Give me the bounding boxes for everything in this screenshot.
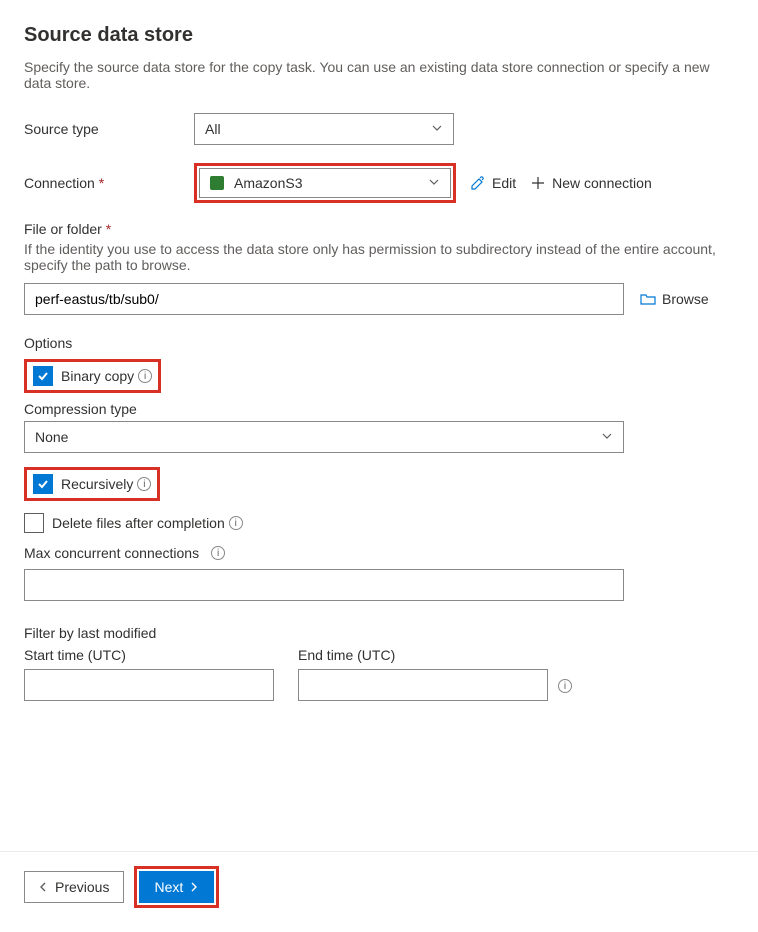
- next-button[interactable]: Next: [139, 871, 214, 903]
- highlight-next: Next: [134, 866, 219, 908]
- filter-title: Filter by last modified: [24, 625, 734, 641]
- chevron-down-icon: [431, 121, 443, 137]
- chevron-down-icon: [601, 429, 613, 445]
- file-folder-help: If the identity you use to access the da…: [24, 241, 734, 273]
- end-time-input[interactable]: [298, 669, 548, 701]
- footer-separator: [0, 851, 758, 852]
- browse-button[interactable]: Browse: [640, 291, 709, 307]
- chevron-right-icon: [189, 882, 199, 892]
- end-time-label: End time (UTC): [298, 647, 572, 663]
- binary-copy-label: Binary copy i: [61, 368, 152, 384]
- max-concurrent-input[interactable]: [24, 569, 624, 601]
- start-time-label: Start time (UTC): [24, 647, 274, 663]
- amazons3-icon: [210, 176, 224, 190]
- info-icon[interactable]: i: [138, 369, 152, 383]
- previous-button[interactable]: Previous: [24, 871, 124, 903]
- options-title: Options: [24, 335, 734, 351]
- delete-after-label: Delete files after completion i: [52, 515, 243, 531]
- required-asterisk: *: [106, 221, 111, 237]
- required-asterisk: *: [99, 175, 104, 191]
- source-type-label: Source type: [24, 121, 194, 137]
- page-title: Source data store: [24, 24, 734, 47]
- highlight-binary-copy: Binary copy i: [24, 359, 161, 393]
- connection-select[interactable]: AmazonS3: [199, 168, 451, 198]
- binary-copy-checkbox[interactable]: [33, 366, 53, 386]
- file-folder-input[interactable]: [24, 283, 624, 315]
- recursively-label: Recursively i: [61, 476, 151, 492]
- edit-connection-button[interactable]: Edit: [470, 175, 516, 191]
- connection-label: Connection *: [24, 175, 194, 191]
- connection-value: AmazonS3: [234, 175, 302, 191]
- delete-after-checkbox[interactable]: [24, 513, 44, 533]
- max-concurrent-label: Max concurrent connections i: [24, 545, 734, 561]
- highlight-recursively: Recursively i: [24, 467, 160, 501]
- folder-icon: [640, 291, 656, 307]
- info-icon[interactable]: i: [137, 477, 151, 491]
- compression-value: None: [35, 429, 68, 445]
- recursively-checkbox[interactable]: [33, 474, 53, 494]
- start-time-input[interactable]: [24, 669, 274, 701]
- compression-select[interactable]: None: [24, 421, 624, 453]
- info-icon[interactable]: i: [558, 679, 572, 693]
- chevron-down-icon: [428, 175, 440, 191]
- plus-icon: [530, 175, 546, 191]
- highlight-connection: AmazonS3: [194, 163, 456, 203]
- new-connection-button[interactable]: New connection: [530, 175, 652, 191]
- compression-label: Compression type: [24, 401, 734, 417]
- source-type-value: All: [205, 121, 221, 137]
- file-folder-label: File or folder *: [24, 221, 734, 237]
- info-icon[interactable]: i: [211, 546, 225, 560]
- page-description: Specify the source data store for the co…: [24, 59, 734, 91]
- pencil-icon: [470, 175, 486, 191]
- info-icon[interactable]: i: [229, 516, 243, 530]
- chevron-left-icon: [39, 882, 49, 892]
- source-type-select[interactable]: All: [194, 113, 454, 145]
